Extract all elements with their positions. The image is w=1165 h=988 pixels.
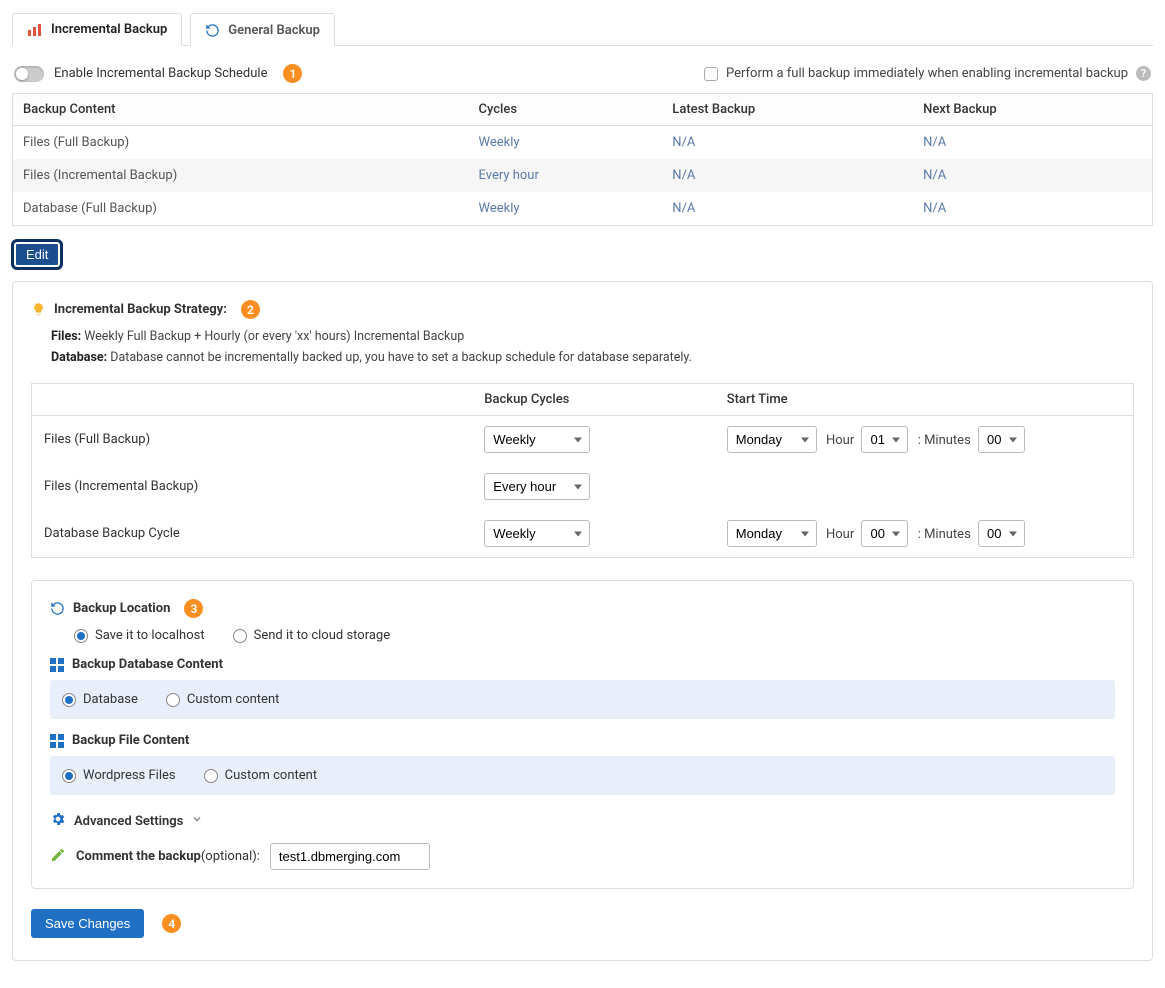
grid-icon [50,658,64,672]
strategy-header: Incremental Backup Strategy: 2 [31,300,1134,319]
radio-localhost[interactable]: Save it to localhost [74,628,205,643]
tabs-bar: Incremental Backup General Backup [12,12,1153,46]
col-start-time: Start Time [715,384,1134,416]
schedule-table: Backup Content Cycles Latest Backup Next… [12,93,1153,226]
hour-label: Hour [826,433,854,448]
table-row: Files (Incremental Backup) Every hour N/… [13,159,1153,192]
radio-icon [204,769,218,783]
files-full-cycle-select[interactable]: Weekly [484,426,590,453]
strategy-panel: Incremental Backup Strategy: 2 Files: We… [12,281,1153,961]
enable-schedule-label: Enable Incremental Backup Schedule [54,66,267,81]
radio-file-custom[interactable]: Custom content [204,768,317,783]
minutes-label: : Minutes [918,433,971,448]
db-min-select[interactable]: 00 [978,520,1025,547]
minutes-label: : Minutes [918,527,971,542]
db-hour-select[interactable]: 00 [861,520,908,547]
db-cycle-select[interactable]: Weekly [484,520,590,547]
history-icon [50,601,65,616]
table-row: Database (Full Backup) Weekly N/A N/A [13,192,1153,226]
row-database-cycle: Database Backup Cycle Weekly Monday Hour… [32,510,1134,558]
comment-label: Comment the backup(optional): [76,849,260,864]
chevron-down-icon [191,813,203,829]
db-content-box: Database Custom content [50,680,1115,719]
radio-icon [62,693,76,707]
tab-general-backup[interactable]: General Backup [190,13,335,46]
radio-icon [62,769,76,783]
grid-icon [50,734,64,748]
save-changes-button[interactable]: Save Changes [31,909,144,938]
step-3-badge: 3 [184,599,203,618]
col-latest: Latest Backup [662,94,913,126]
pencil-icon [50,847,66,867]
backup-options-panel: Backup Location 3 Save it to localhost S… [31,580,1134,889]
checkbox-icon [704,67,718,81]
db-day-select[interactable]: Monday [727,520,817,547]
backup-file-content-header: Backup File Content [50,733,1115,748]
enable-row: Enable Incremental Backup Schedule 1 Per… [12,60,1153,93]
step-1-badge: 1 [283,64,302,83]
strategy-table: Backup Cycles Start Time Files (Full Bac… [31,383,1134,558]
backup-db-content-header: Backup Database Content [50,657,1115,672]
row-files-full: Files (Full Backup) Weekly Monday Hour 0… [32,416,1134,464]
tab-general-label: General Backup [228,23,320,38]
files-inc-cycle-select[interactable]: Every hour [484,473,590,500]
strategy-db-desc: Database: Database cannot be incremental… [51,350,1134,365]
history-icon [205,23,220,38]
row-files-incremental: Files (Incremental Backup) Every hour [32,463,1134,510]
lightbulb-icon [31,301,46,318]
edit-button[interactable]: Edit [12,240,62,269]
radio-database[interactable]: Database [62,692,138,707]
radio-icon [166,693,180,707]
tab-incremental-backup[interactable]: Incremental Backup [12,13,182,46]
table-row: Files (Full Backup) Weekly N/A N/A [13,126,1153,160]
enable-schedule-toggle[interactable] [14,66,44,82]
backup-location-title: Backup Location [73,601,170,616]
backup-location-header: Backup Location 3 [50,599,1115,618]
help-icon[interactable]: ? [1136,66,1151,81]
comment-input[interactable] [270,843,430,870]
step-4-badge: 4 [162,914,181,933]
files-full-hour-select[interactable]: 01 [861,426,908,453]
radio-wordpress-files[interactable]: Wordpress Files [62,768,176,783]
advanced-settings-label: Advanced Settings [74,814,183,829]
file-content-box: Wordpress Files Custom content [50,756,1115,795]
radio-db-custom[interactable]: Custom content [166,692,279,707]
files-full-min-select[interactable]: 00 [978,426,1025,453]
full-backup-on-enable-label: Perform a full backup immediately when e… [726,66,1128,81]
col-backup-content: Backup Content [13,94,469,126]
radio-icon [74,629,88,643]
comment-row: Comment the backup(optional): [50,843,1115,870]
strategy-files-desc: Files: Weekly Full Backup + Hourly (or e… [51,329,1134,344]
full-backup-on-enable[interactable]: Perform a full backup immediately when e… [704,66,1151,81]
bar-chart-icon [27,23,43,37]
step-2-badge: 2 [241,300,260,319]
gear-icon [50,811,66,831]
radio-cloud[interactable]: Send it to cloud storage [233,628,391,643]
hour-label: Hour [826,527,854,542]
radio-icon [233,629,247,643]
files-full-day-select[interactable]: Monday [727,426,817,453]
col-blank [32,384,473,416]
tab-incremental-label: Incremental Backup [51,22,167,37]
col-next: Next Backup [913,94,1152,126]
advanced-settings-toggle[interactable]: Advanced Settings [50,811,1115,831]
strategy-title: Incremental Backup Strategy: [54,302,227,317]
col-cycles: Cycles [469,94,663,126]
col-backup-cycles: Backup Cycles [472,384,714,416]
